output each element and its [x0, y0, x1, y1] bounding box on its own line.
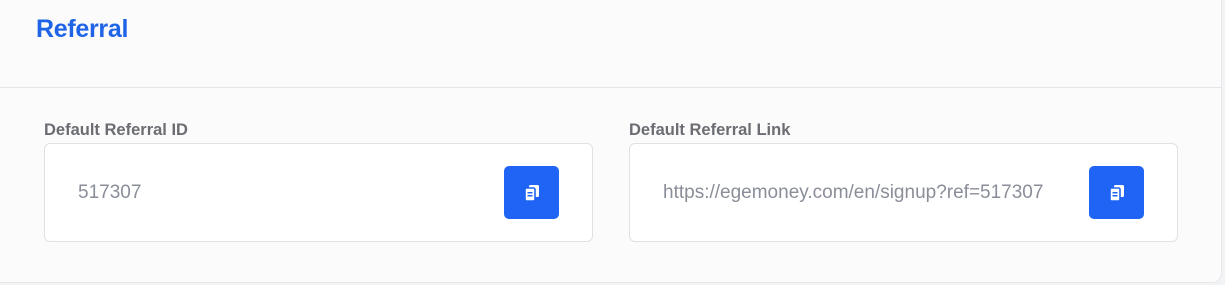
copy-icon: [523, 184, 539, 202]
copy-referral-link-button[interactable]: [1089, 166, 1144, 219]
referral-link-box: [629, 143, 1178, 242]
referral-id-box: [44, 143, 593, 242]
referral-link-field: Default Referral Link: [629, 118, 1178, 242]
card-title: Referral: [36, 15, 129, 43]
card-header: Referral: [0, 0, 1221, 88]
referral-id-input[interactable]: [78, 180, 482, 206]
referral-id-field: Default Referral ID: [44, 118, 593, 242]
referral-link-label: Default Referral Link: [629, 121, 791, 139]
referral-card: Referral Default Referral ID Default Ref…: [0, 0, 1222, 283]
referral-link-input[interactable]: [663, 180, 1067, 206]
copy-referral-id-button[interactable]: [504, 166, 559, 219]
copy-icon: [1108, 184, 1124, 202]
referral-id-label: Default Referral ID: [44, 121, 188, 139]
